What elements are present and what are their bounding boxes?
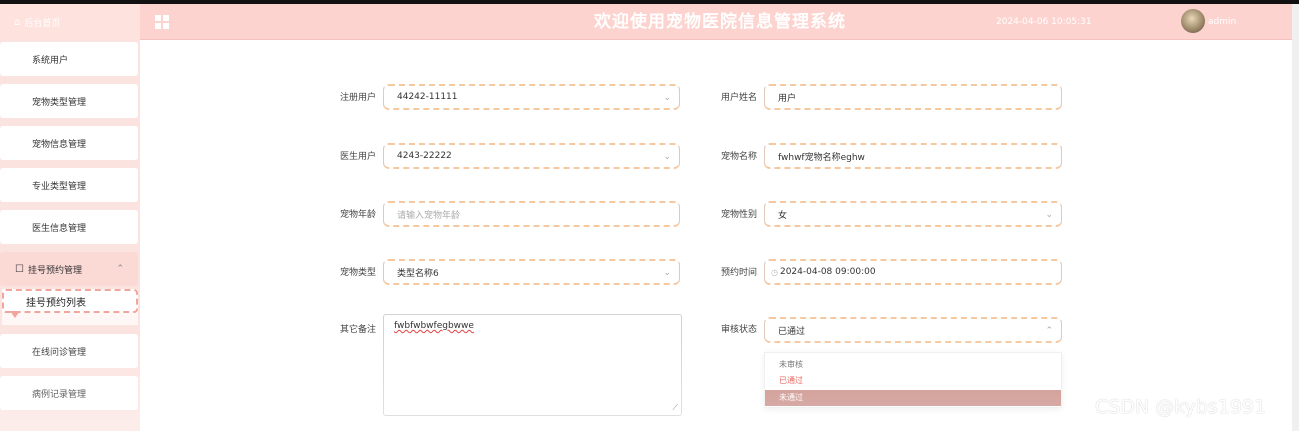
menu-toggle-icon[interactable] [155, 15, 169, 29]
field-label: 宠物性别 [721, 210, 758, 220]
field-value: 类型名称6 [397, 268, 439, 279]
username[interactable]: admin [1208, 4, 1236, 40]
sidebar-item-specialty-types[interactable]: 专业类型管理 [0, 168, 138, 202]
field-value: fwhwf宠物名称eghw [778, 152, 865, 163]
sidebar-item-label: 宠物信息管理 [32, 139, 87, 150]
appointments-submenu: 挂号预约列表 [2, 289, 138, 325]
clock-icon: ◷ [771, 267, 778, 277]
field-label: 审核状态 [721, 325, 758, 335]
field-label: 宠物名称 [721, 152, 758, 162]
sidebar-item-appointments[interactable]: ☐ 挂号预约管理 ⌃ [0, 252, 138, 286]
chevron-up-icon: ⌃ [116, 264, 124, 274]
scrollbar[interactable] [1292, 4, 1299, 431]
review-status-select[interactable]: 已通过 ⌃ [764, 317, 1062, 343]
chevron-down-icon: ⌄ [663, 152, 671, 162]
sidebar-item-label: 专业类型管理 [32, 181, 87, 192]
field-placeholder: 请输入宠物年龄 [397, 210, 461, 221]
sidebar-item-label: 医生信息管理 [32, 223, 87, 234]
sidebar-item-system-users[interactable]: 系统用户 [0, 42, 138, 76]
field-label: 其它备注 [340, 325, 377, 335]
pet-type-select[interactable]: 类型名称6 ⌄ [383, 259, 680, 285]
sidebar-item-pet-info[interactable]: 宠物信息管理 [0, 126, 138, 160]
chevron-down-icon: ⌄ [1045, 210, 1053, 220]
pet-name-input[interactable]: fwhwf宠物名称eghw [764, 143, 1062, 169]
sidebar-item-pet-types[interactable]: 宠物类型管理 [0, 84, 138, 118]
field-label: 宠物年龄 [340, 210, 377, 220]
calendar-icon: ☐ [15, 263, 24, 275]
dropdown-option[interactable]: 未审核 [765, 357, 1061, 373]
resize-handle-icon[interactable]: ⟋ [672, 403, 678, 413]
current-datetime: 2024-04-06 10:05:31 [996, 17, 1092, 27]
sidebar-item-label: 系统用户 [32, 55, 69, 66]
sidebar-item-case-records[interactable]: 病例记录管理 [0, 376, 138, 410]
field-value: 2024-04-08 09:00:00 [779, 267, 876, 277]
sidebar: 系统用户 宠物类型管理 宠物信息管理 专业类型管理 医生信息管理 ☐ 挂号预约管… [0, 40, 140, 431]
field-label: 预约时间 [721, 268, 758, 278]
field-value: 用户 [778, 93, 797, 104]
field-value: fwbfwbwfegbwwe [394, 321, 474, 331]
field-label: 医生用户 [340, 152, 377, 162]
page-title: 欢迎使用宠物医院信息管理系统 [594, 12, 846, 32]
sidebar-item-label: 挂号预约管理 [27, 265, 82, 276]
home-label: 后台首页 [24, 18, 61, 29]
sidebar-item-label: 在线问诊管理 [32, 347, 87, 358]
appointment-time-picker[interactable]: ◷ 2024-04-08 09:00:00 [764, 259, 1062, 285]
doctor-user-select[interactable]: 4243-22222 ⌄ [383, 143, 680, 169]
field-value: 44242-11111 [397, 92, 458, 102]
pet-age-input[interactable]: 请输入宠物年龄 [383, 201, 680, 227]
sidebar-item-label: 病例记录管理 [32, 389, 87, 400]
home-icon: ⌂ [14, 16, 21, 28]
user-name-input[interactable]: 用户 [764, 84, 1062, 110]
field-label: 用户姓名 [721, 93, 758, 103]
remarks-textarea[interactable]: fwbfwbwfegbwwe ⟋ [383, 314, 682, 416]
home-link[interactable]: ⌂ 后台首页 [0, 4, 140, 40]
watermark: CSDN @kybs1991 [1095, 396, 1267, 418]
field-label: 注册用户 [340, 93, 377, 103]
field-value: 4243-22222 [397, 151, 452, 161]
review-status-dropdown: 未审核 已通过 未通过 [764, 352, 1062, 408]
sidebar-item-online-consult[interactable]: 在线问诊管理 [0, 334, 138, 368]
sidebar-subitem-appointment-list[interactable]: 挂号预约列表 [2, 289, 138, 313]
top-header: ⌂ 后台首页 欢迎使用宠物医院信息管理系统 2024-04-06 10:05:3… [0, 4, 1292, 40]
pet-gender-select[interactable]: 女 ⌄ [764, 201, 1062, 227]
chevron-up-icon: ⌃ [1045, 326, 1053, 336]
sidebar-subitem-label: 挂号预约列表 [26, 297, 86, 309]
registered-user-select[interactable]: 44242-11111 ⌄ [383, 84, 680, 110]
sidebar-item-doctor-info[interactable]: 医生信息管理 [0, 210, 138, 244]
dropdown-option-selected[interactable]: 已通过 [765, 373, 1061, 389]
sidebar-item-label: 宠物类型管理 [32, 97, 87, 108]
chevron-down-icon: ⌄ [663, 268, 671, 278]
field-label: 宠物类型 [340, 268, 377, 278]
field-value: 已通过 [778, 326, 806, 337]
avatar[interactable] [1181, 9, 1205, 33]
speech-tail-decoration [10, 311, 20, 318]
field-value: 女 [778, 210, 788, 221]
chevron-down-icon: ⌄ [663, 93, 671, 103]
dropdown-option-hover[interactable]: 未通过 [765, 390, 1061, 406]
